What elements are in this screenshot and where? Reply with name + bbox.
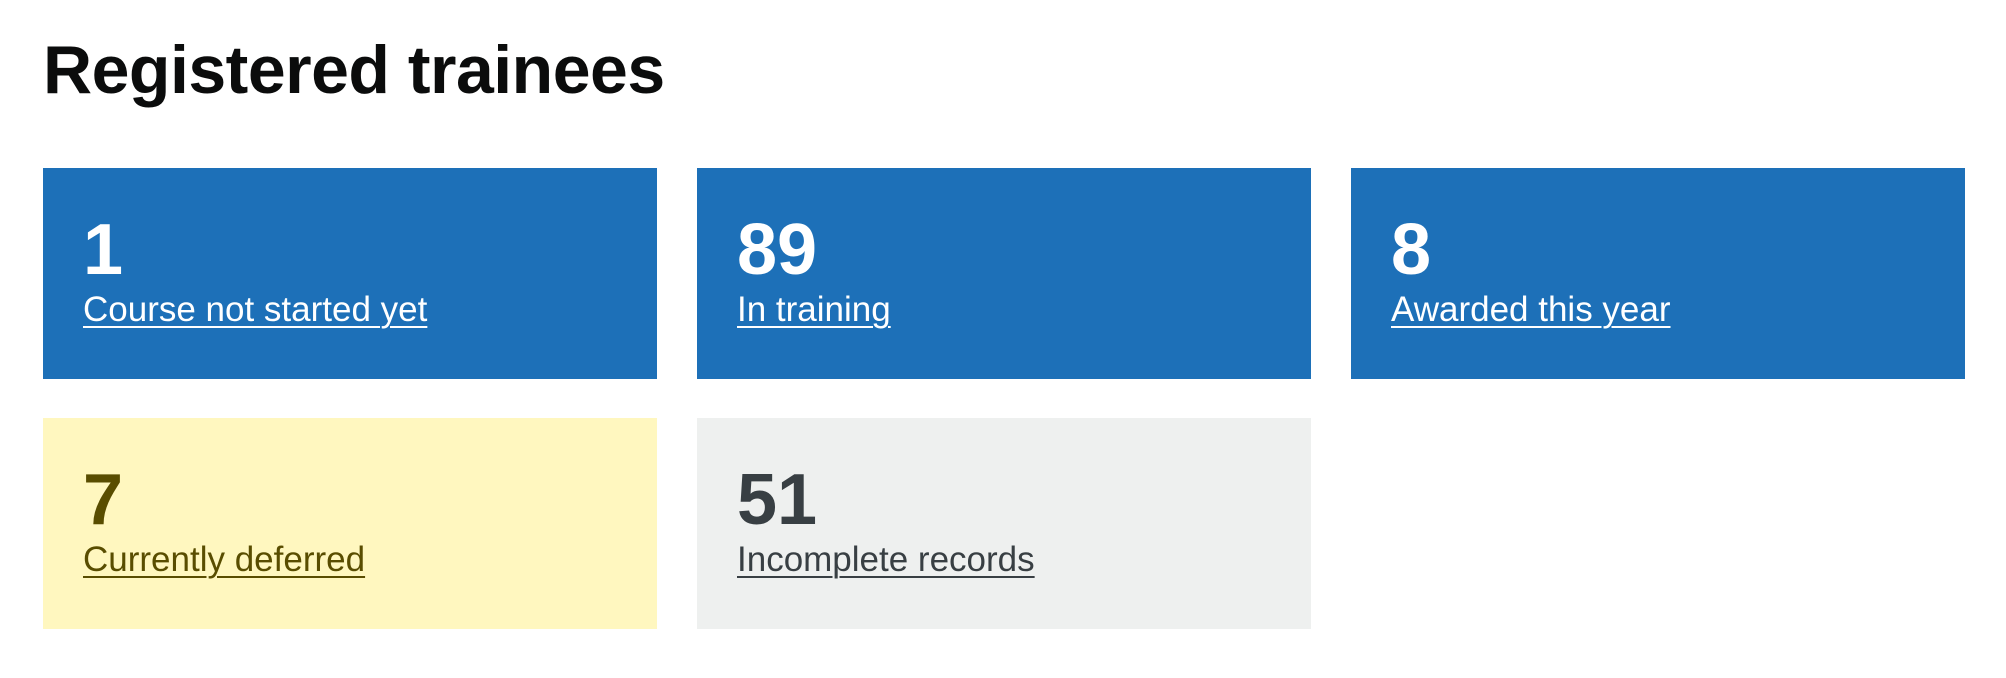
card-count: 1 bbox=[83, 210, 124, 290]
card-count: 89 bbox=[737, 210, 818, 290]
course-not-started-link[interactable]: Course not started yet bbox=[83, 288, 427, 332]
card-course-not-started: 1 Course not started yet bbox=[43, 168, 657, 379]
currently-deferred-link[interactable]: Currently deferred bbox=[83, 538, 365, 582]
card-currently-deferred: 7 Currently deferred bbox=[43, 418, 657, 629]
awarded-this-year-link[interactable]: Awarded this year bbox=[1391, 288, 1671, 332]
page-title: Registered trainees bbox=[43, 32, 665, 108]
card-count: 8 bbox=[1391, 210, 1432, 290]
incomplete-records-link[interactable]: Incomplete records bbox=[737, 538, 1035, 582]
card-incomplete-records: 51 Incomplete records bbox=[697, 418, 1311, 629]
card-awarded-this-year: 8 Awarded this year bbox=[1351, 168, 1965, 379]
in-training-link[interactable]: In training bbox=[737, 288, 891, 332]
registered-trainees-section: Registered trainees 1 Course not started… bbox=[43, 0, 1965, 678]
card-count: 7 bbox=[83, 460, 124, 540]
card-in-training: 89 In training bbox=[697, 168, 1311, 379]
card-count: 51 bbox=[737, 460, 818, 540]
